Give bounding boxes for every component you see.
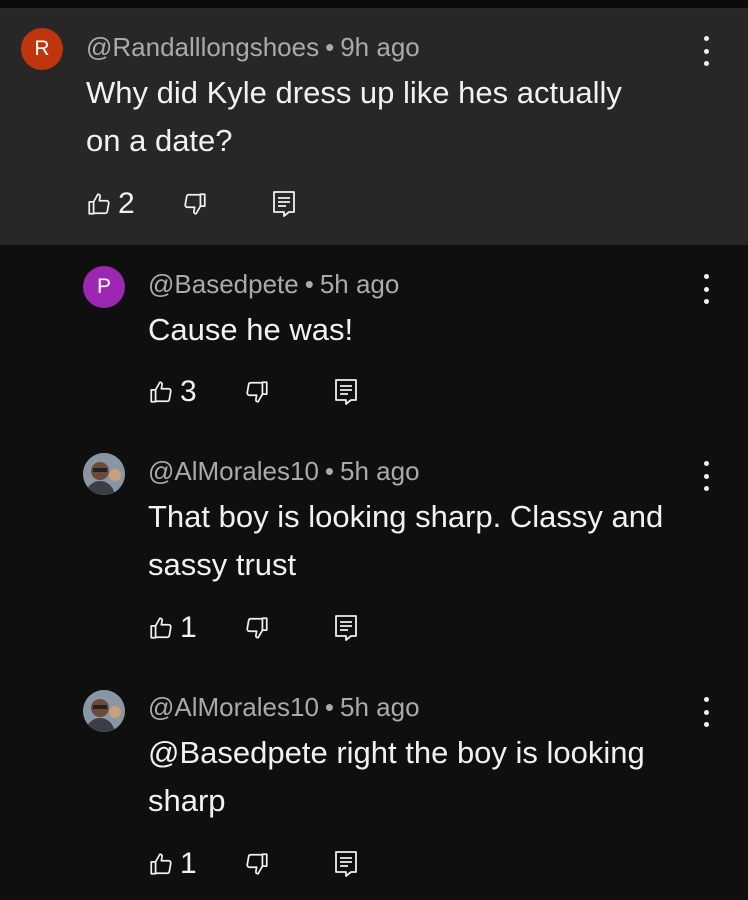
comment-text: Cause he was! (148, 312, 354, 347)
thumbs-up-icon (148, 851, 174, 877)
top-divider (0, 0, 748, 9)
like-button[interactable]: 3 (148, 372, 197, 412)
comment-author[interactable]: @Randalllongshoes (86, 32, 319, 62)
like-count: 1 (180, 611, 197, 644)
thumbs-up-icon (148, 615, 174, 641)
profile-photo-icon (83, 690, 125, 732)
meta-separator: • (324, 692, 335, 722)
avatar-letter: P (96, 275, 111, 298)
comment-time[interactable]: 5h ago (320, 269, 400, 299)
reply-button[interactable] (272, 184, 296, 224)
meta-separator: • (324, 456, 335, 486)
comment-meta: @AlMorales10 • 5h ago (148, 456, 420, 487)
comment-text: Why did Kyle dress up like hes actually … (86, 75, 622, 158)
comment-meta: @Basedpete • 5h ago (148, 269, 399, 300)
reply-icon (334, 850, 358, 878)
more-options-icon[interactable] (701, 697, 711, 727)
like-count: 2 (118, 187, 135, 220)
reply-button[interactable] (334, 844, 358, 884)
dislike-button[interactable] (244, 608, 270, 648)
comment-time[interactable]: 9h ago (340, 32, 420, 62)
thumbs-down-icon (182, 191, 208, 217)
thumbs-down-icon (244, 615, 270, 641)
thumbs-down-icon (244, 851, 270, 877)
like-button[interactable]: 1 (148, 608, 197, 648)
avatar[interactable]: P (83, 266, 125, 308)
reply-icon (272, 190, 296, 218)
avatar[interactable]: R (21, 28, 63, 70)
like-button[interactable]: 2 (86, 184, 135, 224)
avatar[interactable] (83, 690, 125, 732)
thumbs-down-icon (244, 379, 270, 405)
profile-photo-icon (83, 453, 125, 495)
like-count: 1 (180, 847, 197, 880)
reply-icon (334, 614, 358, 642)
comment-text: That boy is looking sharp. Classy and sa… (148, 499, 664, 582)
avatar[interactable] (83, 453, 125, 495)
reply-button[interactable] (334, 608, 358, 648)
comment-time[interactable]: 5h ago (340, 456, 420, 486)
comment-author[interactable]: @AlMorales10 (148, 456, 319, 486)
more-options-icon[interactable] (701, 274, 711, 304)
dislike-button[interactable] (182, 184, 208, 224)
like-count: 3 (180, 375, 197, 408)
reply-icon (334, 378, 358, 406)
thumbs-up-icon (86, 191, 112, 217)
like-button[interactable]: 1 (148, 844, 197, 884)
more-options-icon[interactable] (701, 36, 711, 66)
comment-meta: @AlMorales10 • 5h ago (148, 692, 420, 723)
thumbs-up-icon (148, 379, 174, 405)
dislike-button[interactable] (244, 372, 270, 412)
comment-author[interactable]: @Basedpete (148, 269, 299, 299)
comment-time[interactable]: 5h ago (340, 692, 420, 722)
avatar-letter: R (34, 37, 50, 60)
dislike-button[interactable] (244, 844, 270, 884)
more-options-icon[interactable] (701, 461, 711, 491)
reply-button[interactable] (334, 372, 358, 412)
comment-text: @Basedpete right the boy is looking shar… (148, 735, 645, 818)
comment-meta: @Randalllongshoes • 9h ago (86, 32, 420, 63)
meta-separator: • (325, 32, 335, 62)
comment-author[interactable]: @AlMorales10 (148, 692, 319, 722)
meta-separator: • (304, 269, 314, 299)
